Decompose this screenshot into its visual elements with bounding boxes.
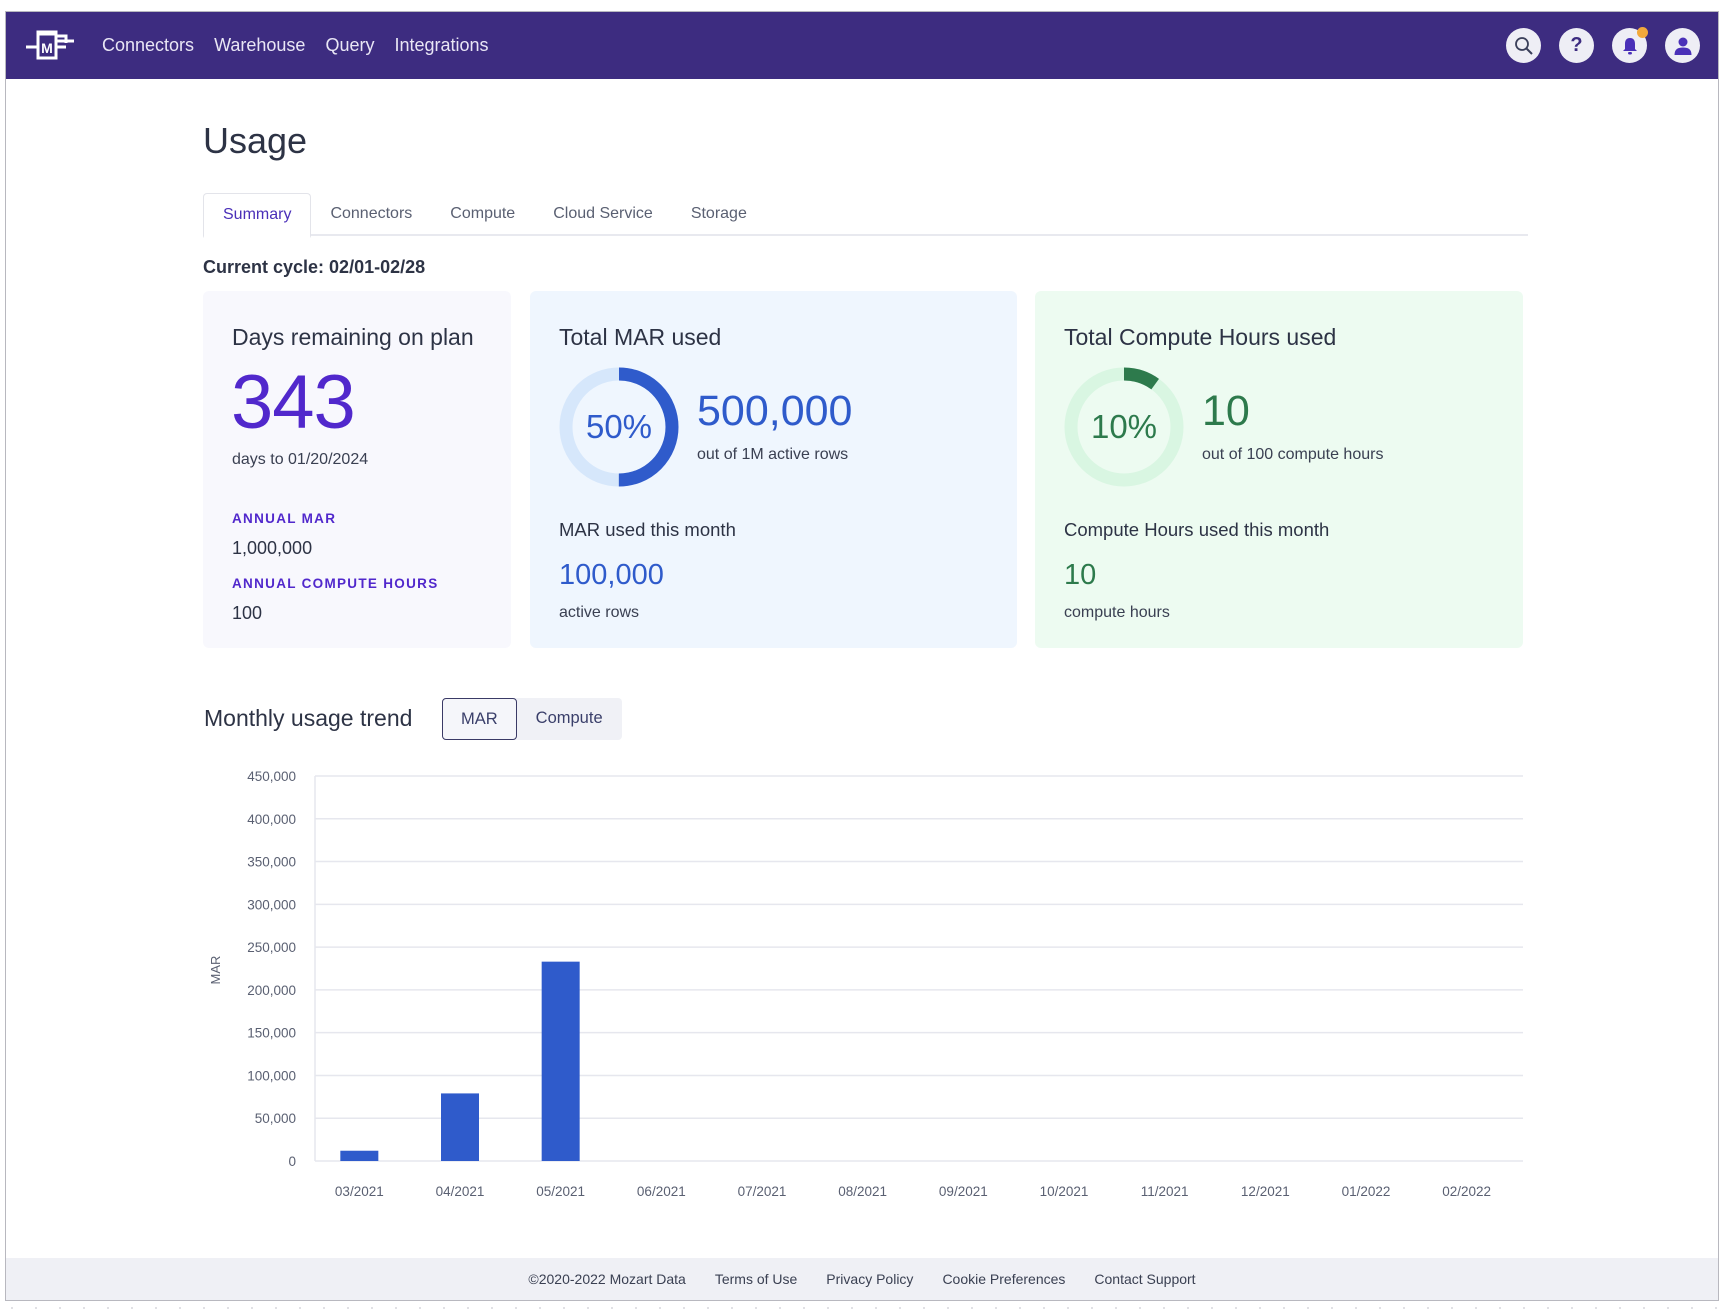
chart-x-tick-label: 12/2021 (1241, 1184, 1290, 1199)
footer-link-terms[interactable]: Terms of Use (715, 1271, 797, 1287)
days-remaining-value: 343 (231, 360, 356, 445)
help-button[interactable]: ? (1559, 28, 1594, 63)
chart-x-ticks: 03/2021 04/2021 05/2021 06/2021 07/2021 08/20… (335, 1184, 1491, 1199)
chart-bar (541, 961, 580, 1161)
compute-month-value: 10 (1064, 559, 1097, 591)
compute-total-value: 10 (1202, 387, 1250, 435)
mar-month-subtitle: active rows (559, 604, 640, 621)
compute-month-title: Compute Hours used this month (1064, 519, 1330, 540)
compute-month-subtitle: compute hours (1064, 604, 1170, 621)
mar-month-value: 100,000 (559, 559, 664, 591)
footer: ©2020-2022 Mozart Data Terms of Use Priv… (6, 1258, 1718, 1300)
mar-card-title: Total MAR used (559, 324, 722, 350)
mozart-logo-icon[interactable]: M (26, 28, 78, 64)
chart-x-tick-label: 10/2021 (1040, 1184, 1089, 1199)
footer-link-support[interactable]: Contact Support (1094, 1271, 1195, 1287)
toggle-mar[interactable]: MAR (442, 698, 517, 740)
chart-y-tick-label: 100,000 (247, 1068, 296, 1083)
current-cycle: Current cycle: 02/01-02/28 (203, 257, 426, 277)
tab-cloud-service[interactable]: Cloud Service (534, 193, 672, 236)
chart-x-tick-label: 06/2021 (637, 1184, 686, 1199)
nav-link-connectors[interactable]: Connectors (102, 35, 194, 56)
help-icon: ? (1570, 34, 1583, 56)
svg-text:M: M (41, 40, 53, 56)
user-icon (1674, 37, 1691, 55)
annual-compute-value: 100 (232, 603, 263, 623)
annual-compute-label: ANNUAL COMPUTE HOURS (232, 576, 439, 591)
chart-bars (340, 961, 580, 1161)
chart-x-tick-label: 01/2022 (1342, 1184, 1391, 1199)
user-menu-button[interactable] (1665, 28, 1700, 63)
bell-icon (1622, 37, 1637, 54)
mar-total-subtitle: out of 1M active rows (697, 446, 849, 463)
annual-mar-label: ANNUAL MAR (232, 511, 337, 526)
chart-y-tick-label: 450,000 (247, 769, 296, 784)
trend-toggle: MAR Compute (442, 698, 622, 740)
tab-summary[interactable]: Summary (203, 193, 312, 238)
usage-tabs: Summary Connectors Compute Cloud Service… (203, 193, 1528, 238)
chart-y-tick-label: 200,000 (247, 983, 296, 998)
page-title: Usage (203, 120, 308, 161)
nav-icon-group: ? (1506, 27, 1700, 63)
chart-bar (441, 1093, 479, 1161)
chart-y-tick-label: 400,000 (247, 812, 296, 827)
chart-x-tick-label: 02/2022 (1442, 1184, 1491, 1199)
toggle-compute[interactable]: Compute (517, 698, 622, 740)
app-window: M Connectors Warehouse Query Integration… (5, 11, 1719, 1301)
footer-link-privacy[interactable]: Privacy Policy (826, 1271, 913, 1287)
days-remaining-subtitle: days to 01/20/2024 (232, 451, 369, 468)
days-remaining-title: Days remaining on plan (232, 324, 474, 350)
chart-x-tick-label: 07/2021 (738, 1184, 787, 1199)
nav-links: Connectors Warehouse Query Integrations (102, 12, 489, 79)
compute-total-subtitle: out of 100 compute hours (1202, 446, 1384, 463)
days-remaining-card: Days remaining on plan 343 days to 01/20… (203, 291, 511, 648)
chart-y-tick-label: 350,000 (247, 855, 296, 870)
compute-usage-card: Total Compute Hours used 10% 10 out of 1… (1035, 291, 1523, 648)
top-nav: M Connectors Warehouse Query Integration… (6, 12, 1718, 79)
chart-x-tick-label: 05/2021 (536, 1184, 585, 1199)
trend-title: Monthly usage trend (204, 705, 413, 731)
compute-percent-label: 10% (1090, 408, 1158, 445)
footer-copyright: ©2020-2022 Mozart Data (528, 1271, 686, 1287)
compute-card-title: Total Compute Hours used (1064, 324, 1337, 350)
notifications-button[interactable] (1612, 27, 1648, 63)
nav-link-warehouse[interactable]: Warehouse (214, 35, 305, 56)
chart-y-tick-label: 250,000 (247, 940, 296, 955)
mar-usage-card: Total MAR used 50% 500,000 out of 1M act… (530, 291, 1017, 648)
chart-y-axis-label: MAR (208, 956, 223, 985)
search-icon (1514, 36, 1533, 55)
nav-link-query[interactable]: Query (325, 35, 374, 56)
chart-x-tick-label: 09/2021 (939, 1184, 988, 1199)
nav-link-integrations[interactable]: Integrations (394, 35, 488, 56)
chart-y-tick-label: 300,000 (247, 897, 296, 912)
chart-x-tick-label: 04/2021 (436, 1184, 485, 1199)
footer-link-cookies[interactable]: Cookie Preferences (942, 1271, 1065, 1287)
tab-connectors[interactable]: Connectors (311, 193, 431, 236)
tab-storage[interactable]: Storage (672, 193, 766, 236)
annual-mar-value: 1,000,000 (232, 538, 313, 558)
chart-x-tick-label: 08/2021 (838, 1184, 887, 1199)
chart-y-ticks: 0 50,000 100,000 150,000 200,000 250,000 300,0… (247, 769, 296, 1169)
search-button[interactable] (1506, 28, 1541, 63)
chart-y-tick-label: 0 (288, 1154, 296, 1169)
mar-total-value: 500,000 (697, 387, 853, 435)
tab-compute[interactable]: Compute (431, 193, 534, 236)
mar-percent-label: 50% (585, 408, 653, 445)
chart-x-tick-label: 03/2021 (335, 1184, 384, 1199)
chart-y-tick-label: 50,000 (255, 1111, 296, 1126)
mar-month-title: MAR used this month (559, 519, 736, 540)
notification-badge (1637, 27, 1648, 38)
chart-x-tick-label: 11/2021 (1141, 1184, 1189, 1199)
chart-y-tick-label: 150,000 (247, 1026, 296, 1041)
chart-grid (314, 775, 1523, 1162)
chart-bar (340, 1150, 379, 1161)
